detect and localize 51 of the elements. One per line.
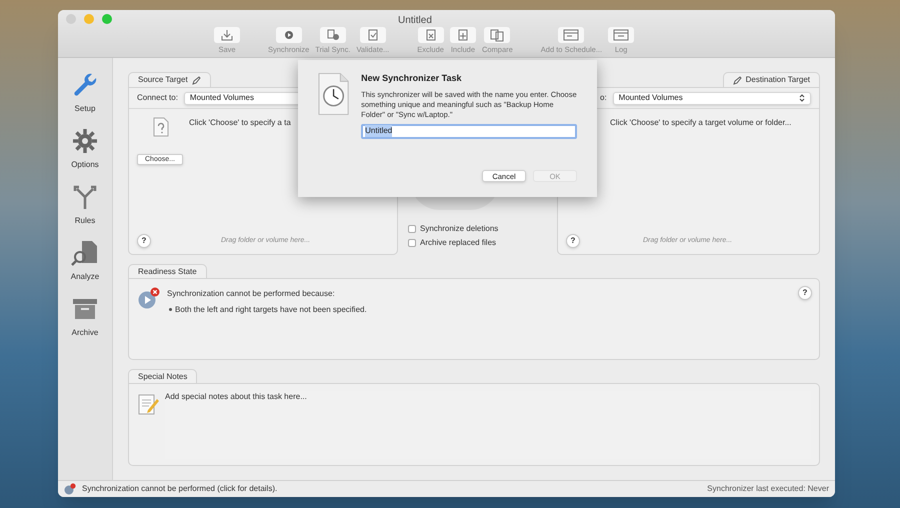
help-button[interactable]: ?: [566, 234, 580, 248]
section-tab[interactable]: Special Notes: [128, 369, 198, 383]
target-prompt: Click 'Choose' to specify a ta: [189, 117, 291, 129]
help-button[interactable]: ?: [798, 286, 812, 300]
stepper-arrows-icon: [799, 94, 805, 102]
readiness-message: Synchronization cannot be performed because:: [167, 288, 335, 300]
sidebar-item[interactable]: Analyze: [70, 238, 100, 283]
readiness-reason: Both the left and right targets have not been specified.: [175, 304, 367, 316]
notes-text-area[interactable]: Add special notes about this task here...: [128, 383, 820, 466]
download-icon: [214, 27, 240, 43]
panel-tab[interactable]: Destination Target: [722, 72, 820, 87]
sidebar-item[interactable]: Archive: [70, 294, 100, 339]
checkbox[interactable]: [408, 239, 416, 247]
clock-document-icon: [318, 72, 350, 116]
panel-tab[interactable]: Source Target: [128, 72, 211, 87]
question-document-icon: [153, 117, 169, 137]
document-x-icon: [418, 27, 444, 43]
volume-dropdown[interactable]: Mounted Volumes: [612, 92, 811, 104]
pencil-icon: [732, 76, 742, 84]
dialog-title: New Synchronizer Task: [361, 72, 462, 85]
zoom-button[interactable]: [102, 14, 112, 24]
sidebar-item[interactable]: Setup: [70, 70, 100, 115]
connect-label: o:: [600, 92, 607, 104]
window-title: Untitled: [398, 14, 432, 28]
checklist-icon: [360, 27, 386, 43]
option-label: Archive replaced files: [420, 237, 496, 249]
document-plus-icon: [450, 27, 476, 43]
connect-label: Connect to:: [137, 92, 178, 104]
target-prompt: Click 'Choose' to specify a target volume or folder...: [610, 117, 792, 129]
magnifier-document-icon: [70, 238, 100, 268]
notepad-pencil-icon: [138, 394, 160, 416]
name-input-field[interactable]: Untitled: [361, 124, 577, 138]
window-icon: [608, 27, 634, 43]
close-button[interactable]: [66, 14, 76, 24]
last-executed-text: Synchronizer last executed: Never: [707, 483, 829, 495]
status-error-icon: [64, 483, 76, 495]
play-icon: [276, 27, 302, 43]
status-message[interactable]: Synchronization cannot be performed (click for details).: [82, 483, 278, 495]
checkbox[interactable]: [408, 225, 416, 233]
gear-icon: [70, 126, 100, 156]
documents-icon: [484, 27, 510, 43]
help-button[interactable]: ?: [137, 234, 151, 248]
minimize-button[interactable]: [84, 14, 94, 24]
play-error-icon: [138, 287, 160, 309]
sidebar-item[interactable]: Rules: [70, 182, 100, 227]
section-tab[interactable]: Readiness State: [128, 264, 207, 278]
document-gear-icon: [320, 27, 346, 43]
pencil-icon: [192, 76, 201, 84]
option-label: Synchronize deletions: [420, 223, 498, 235]
sidebar-item[interactable]: Options: [70, 126, 100, 171]
bullet-icon: [169, 308, 172, 311]
